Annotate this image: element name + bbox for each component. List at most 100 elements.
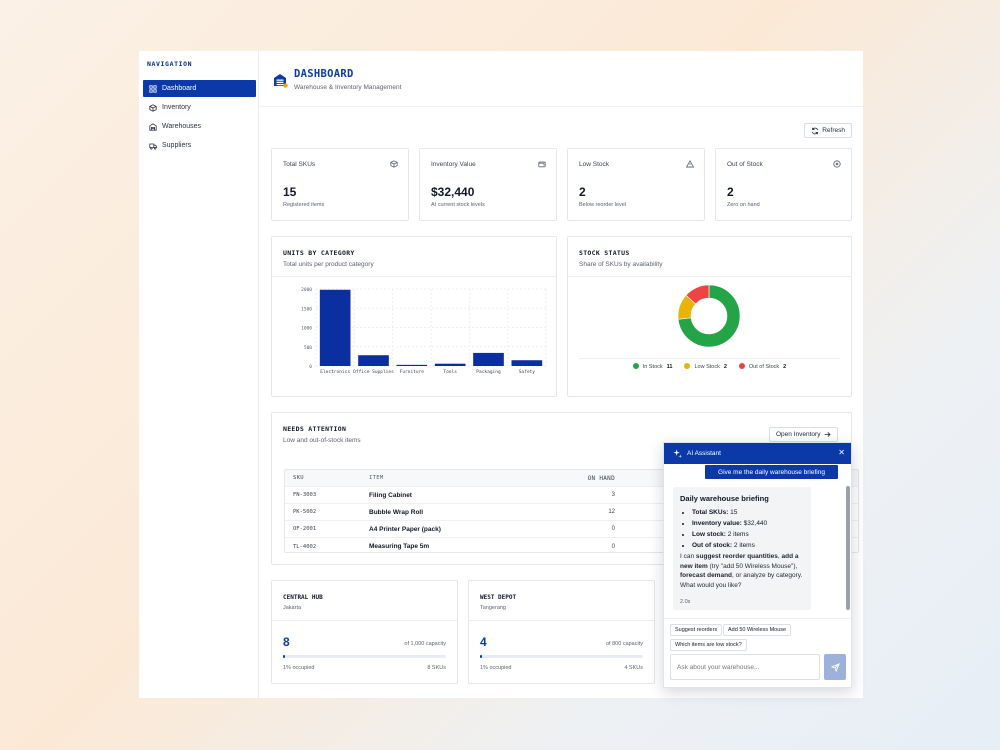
stock-status-card: STOCK STATUS Share of SKUs by availabili…: [567, 236, 852, 397]
sidebar-item-label: Warehouses: [162, 123, 202, 130]
cell-item: Measuring Tape 5m: [369, 543, 430, 550]
stat-card-total-skus: Total SKUs 15 Registered items: [271, 148, 409, 221]
nav-title: NAVIGATION: [147, 60, 193, 68]
package-icon: [390, 160, 398, 168]
sidebar-item-label: Inventory: [162, 104, 191, 111]
stat-card-inventory-value: Inventory Value $32,440 At current stock…: [419, 148, 557, 221]
y-tick-label: 500: [304, 345, 312, 351]
warning-icon: [686, 160, 694, 168]
x-tick-label: Electronics: [320, 369, 350, 375]
ai-assistant-panel: AI Assistant ✕ Give me the daily warehou…: [663, 442, 852, 688]
x-tick-label: Furniture: [400, 369, 425, 375]
units-by-category-card: UNITS BY CATEGORY Total units per produc…: [271, 236, 557, 397]
refresh-icon: [812, 127, 819, 134]
refresh-button[interactable]: Refresh: [804, 123, 852, 138]
list-item: Inventory value: $32,440: [692, 518, 804, 529]
column-header-on-hand: ON HAND: [587, 474, 615, 482]
chat-scrollbar[interactable]: [846, 486, 850, 610]
ai-assistant-title: AI Assistant: [687, 450, 721, 457]
warehouse-logo-icon: [274, 74, 288, 88]
cell-sku: FN-3003: [293, 492, 317, 498]
stat-value: 15: [283, 185, 297, 199]
y-tick-label: 2000: [301, 287, 312, 293]
send-button[interactable]: [824, 654, 846, 680]
suggestion-chip-reorders[interactable]: Suggest reorders: [670, 624, 723, 636]
section-title: NEEDS ATTENTION: [283, 425, 347, 433]
box-icon: [149, 103, 157, 112]
page-subtitle: Warehouse & Inventory Management: [294, 84, 402, 91]
cell-sku: OF-2001: [293, 526, 317, 532]
warehouse-capacity: of 800 capacity: [606, 641, 643, 647]
suggestion-chip-low-stock[interactable]: Which items are low stock?: [670, 639, 747, 651]
bar: [473, 352, 504, 366]
stat-label: Total SKUs: [283, 161, 316, 168]
divider: [272, 620, 457, 621]
briefing-list: Total SKUs: 15 Inventory value: $32,440 …: [680, 507, 804, 551]
cell-on-hand: 12: [608, 509, 615, 515]
warehouse-occupied: 1% occupied: [283, 665, 315, 671]
y-tick-label: 0: [309, 364, 312, 370]
stat-card-low-stock: Low Stock 2 Below reorder level: [567, 148, 705, 221]
briefing-title: Daily warehouse briefing: [680, 494, 769, 503]
warehouse-city: Jakarta: [283, 605, 302, 611]
sidebar-item-suppliers[interactable]: Suppliers: [143, 137, 256, 154]
x-circle-icon: [833, 160, 841, 168]
capacity-bar: [283, 655, 446, 658]
close-icon[interactable]: ✕: [838, 448, 845, 457]
bar: [511, 360, 543, 366]
wallet-icon: [538, 161, 546, 168]
chart-subtitle: Total units per product category: [283, 261, 374, 268]
open-inventory-button[interactable]: Open Inventory: [769, 427, 839, 442]
units-bar-chart: 2000 1500 1000 500 0 Electronics Office Suppli…: [301, 287, 547, 375]
cell-on-hand: 0: [611, 543, 615, 550]
list-item: Low stock: 2 items: [692, 529, 804, 540]
y-tick-label: 1000: [301, 326, 312, 332]
grid-icon: [149, 84, 157, 93]
cell-item: A4 Printer Paper (pack): [369, 525, 441, 533]
chart-title: STOCK STATUS: [579, 249, 630, 257]
warehouse-card-west-depot[interactable]: WEST DEPOT Tangerang 4 of 800 capacity 1…: [468, 580, 655, 684]
warehouse-capacity: of 1,000 capacity: [404, 641, 446, 647]
legend-item-out-of-stock: Out of Stock 2: [738, 363, 786, 370]
stat-value: 2: [579, 185, 586, 199]
bar: [358, 355, 389, 366]
sidebar: NAVIGATION Dashboard Inventory Warehouse…: [139, 51, 259, 698]
refresh-label: Refresh: [822, 127, 845, 134]
cell-item: Filing Cabinet: [369, 491, 412, 499]
warehouse-skus: 8 SKUs: [427, 665, 446, 671]
suggestion-chip-add-mouse[interactable]: Add 50 Wireless Mouse: [723, 624, 792, 636]
chart-title: UNITS BY CATEGORY: [283, 249, 355, 257]
ai-assistant-header: AI Assistant ✕: [664, 443, 851, 464]
warehouse-card-central-hub[interactable]: CENTRAL HUB Jakarta 8 of 1,000 capacity …: [271, 580, 458, 684]
warehouse-name: CENTRAL HUB: [283, 594, 323, 601]
list-item: Out of stock: 2 items: [692, 540, 804, 551]
sidebar-item-warehouses[interactable]: Warehouses: [143, 118, 256, 135]
stat-label: Out of Stock: [727, 161, 763, 168]
assistant-message: Daily warehouse briefing Total SKUs: 15 …: [673, 487, 811, 610]
capacity-bar-fill: [283, 655, 286, 658]
warehouse-units: 4: [480, 635, 487, 649]
donut-legend: In Stock 11 Low Stock 2 Out of Stock 2: [568, 363, 851, 370]
warehouse-skus: 4 SKUs: [624, 665, 643, 671]
x-tick-label: Packaging: [476, 369, 501, 375]
stat-card-out-of-stock: Out of Stock 2 Zero on hand: [715, 148, 852, 221]
capacity-bar-fill: [480, 655, 483, 658]
sidebar-item-inventory[interactable]: Inventory: [143, 99, 256, 116]
open-inventory-label: Open Inventory: [776, 431, 821, 438]
sidebar-item-dashboard[interactable]: Dashboard: [143, 80, 256, 97]
x-tick-label: Office Supplies: [353, 369, 394, 375]
page-header: DASHBOARD Warehouse & Inventory Manageme…: [260, 51, 863, 107]
warehouse-name: WEST DEPOT: [480, 594, 517, 601]
column-header-sku: SKU: [293, 475, 304, 481]
briefing-paragraph: I can suggest reorder quantities, add a …: [680, 553, 803, 589]
chart-subtitle: Share of SKUs by availability: [579, 261, 663, 268]
cell-item: Bubble Wrap Roll: [369, 508, 424, 516]
stat-label: Inventory Value: [431, 161, 476, 168]
chat-input[interactable]: [670, 654, 820, 680]
y-tick-label: 1500: [301, 306, 312, 312]
stock-donut-chart: [677, 284, 741, 348]
x-tick-label: Safety: [519, 369, 536, 375]
stat-label: Low Stock: [579, 161, 609, 168]
user-message: Give me the daily warehouse briefing: [705, 465, 838, 479]
legend-item-in-stock: In Stock 11: [632, 363, 672, 370]
